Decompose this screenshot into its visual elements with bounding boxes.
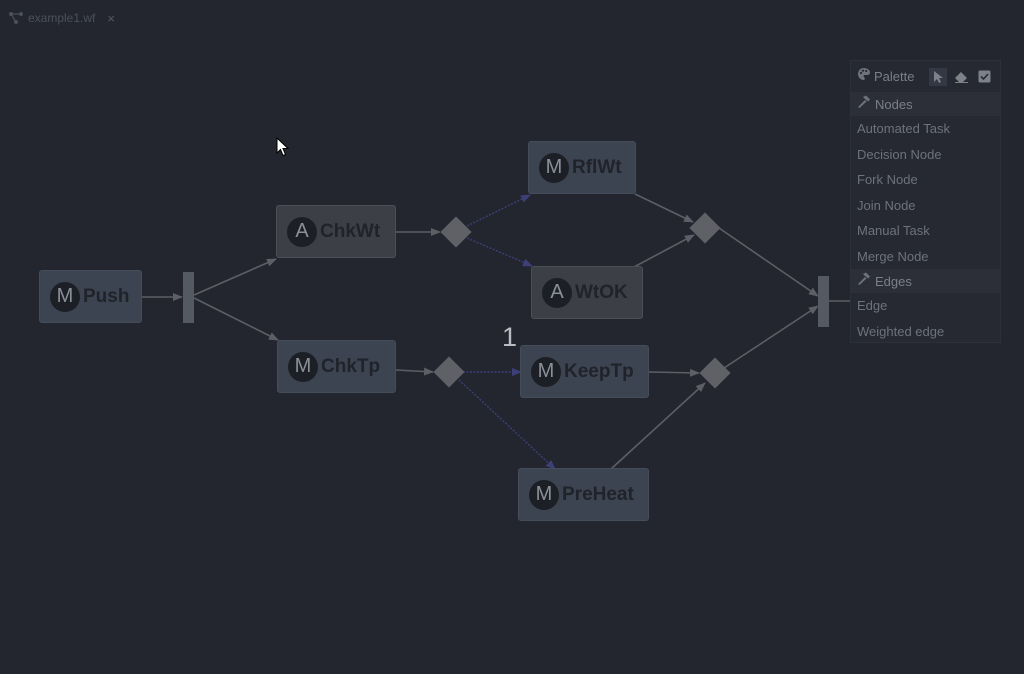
task-node-chktp[interactable]: M ChkTp xyxy=(277,340,396,393)
edge[interactable] xyxy=(634,193,694,223)
manual-task-badge: M xyxy=(529,479,559,510)
palette-item-edge[interactable]: Edge xyxy=(851,293,1000,319)
manual-task-badge: M xyxy=(288,351,318,382)
edge[interactable] xyxy=(723,305,819,369)
palette-toolbar xyxy=(929,67,993,86)
palette-item-weighted-edge[interactable]: Weighted edge xyxy=(851,319,1000,345)
join-node[interactable] xyxy=(818,276,829,327)
node-label: ChkWt xyxy=(320,220,381,242)
eraser-tool-icon[interactable] xyxy=(952,68,970,86)
task-node-keeptp[interactable]: M KeepTp xyxy=(520,345,649,398)
automated-task-badge: A xyxy=(287,216,317,247)
weighted-edge[interactable] xyxy=(466,237,533,267)
manual-task-badge: M xyxy=(50,281,80,312)
edge[interactable] xyxy=(193,297,279,341)
node-label: PreHeat xyxy=(562,483,634,505)
hammer-icon xyxy=(857,95,871,113)
palette-item-join-node[interactable]: Join Node xyxy=(851,193,1000,219)
task-node-rflwt[interactable]: M RflWt xyxy=(528,141,636,194)
edge[interactable] xyxy=(395,367,434,376)
node-label: WtOK xyxy=(575,281,628,303)
workflow-editor: example1.wf × M Push A ChkWt M ChkTp M R… xyxy=(0,0,1024,674)
task-node-wtok[interactable]: A WtOK xyxy=(531,266,643,319)
group-label: Nodes xyxy=(875,96,913,112)
palette-item-decision-node[interactable]: Decision Node xyxy=(851,142,1000,168)
automated-task-badge: A xyxy=(542,277,572,308)
edge[interactable] xyxy=(648,368,700,377)
weighted-edge[interactable] xyxy=(466,194,531,227)
tool-palette: Palette Nodes Automated Task Decision No… xyxy=(850,60,1001,343)
palette-group-edges[interactable]: Edges xyxy=(851,269,1000,293)
edge[interactable] xyxy=(193,258,277,296)
validate-tool-icon[interactable] xyxy=(975,68,993,86)
palette-item-fork-node[interactable]: Fork Node xyxy=(851,167,1000,193)
node-label: RflWt xyxy=(572,156,622,178)
task-node-push[interactable]: M Push xyxy=(39,270,142,323)
node-label: Push xyxy=(83,285,130,307)
mouse-cursor-icon xyxy=(276,136,290,162)
palette-title: Palette xyxy=(874,69,915,84)
palette-icon xyxy=(857,67,871,86)
task-node-preheat[interactable]: M PreHeat xyxy=(518,468,649,521)
group-label: Edges xyxy=(875,273,912,289)
node-label: ChkTp xyxy=(321,355,381,377)
palette-item-manual-task[interactable]: Manual Task xyxy=(851,218,1000,244)
manual-task-badge: M xyxy=(539,152,569,183)
edge[interactable] xyxy=(633,234,695,268)
fork-node[interactable] xyxy=(183,272,194,323)
palette-item-automated-task[interactable]: Automated Task xyxy=(851,116,1000,142)
node-label: KeepTp xyxy=(564,360,634,382)
palette-header: Palette xyxy=(851,61,1000,92)
palette-group-nodes[interactable]: Nodes xyxy=(851,92,1000,116)
edge-weight-label: 1 xyxy=(502,322,518,352)
edge[interactable] xyxy=(718,227,819,297)
hammer-icon xyxy=(857,272,871,290)
manual-task-badge: M xyxy=(531,356,561,387)
palette-item-merge-node[interactable]: Merge Node xyxy=(851,244,1000,270)
pointer-tool-icon[interactable] xyxy=(929,67,947,86)
task-node-chkwt[interactable]: A ChkWt xyxy=(276,205,396,258)
